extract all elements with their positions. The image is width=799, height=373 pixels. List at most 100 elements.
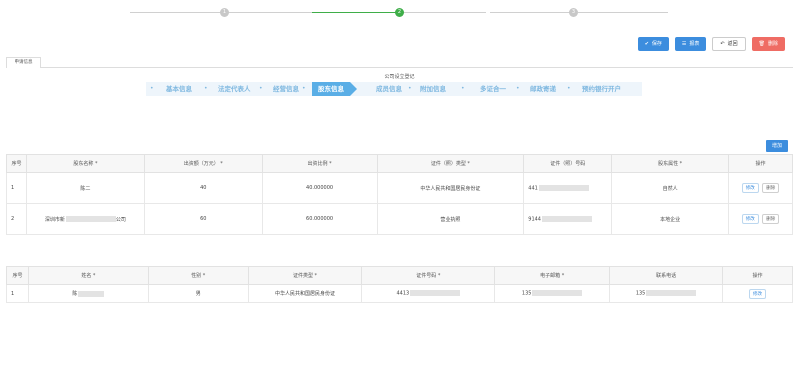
step-line	[490, 12, 570, 13]
name-suffix: 公司	[115, 216, 126, 223]
step-separator: •	[516, 85, 520, 92]
shareholders-table: 序号 股东名称 * 出资额（万元） * 出资比例 * 证件（照）类型 * 证件（…	[6, 154, 793, 235]
cell-no: 2	[6, 203, 27, 235]
back-button[interactable]: ↶ 返回	[712, 37, 746, 51]
process-step-postal[interactable]: 邮政寄递	[530, 82, 556, 96]
step-separator: •	[259, 85, 263, 92]
table-row: 2 深圳市新 公司 60 60.000000 营业执照 9144 本地企业 修改 …	[6, 203, 793, 235]
cell-amount: 60	[143, 203, 263, 235]
wizard-stepper: 1 2 3	[0, 3, 799, 21]
cell-id-no: 441	[523, 172, 613, 204]
step-line-active	[312, 12, 398, 13]
edit-button[interactable]: 修改	[741, 183, 759, 193]
delete-button[interactable]: 🗑 删除	[751, 37, 785, 51]
col-header: 姓名 *	[27, 266, 149, 285]
table-row: 1 陈二 40 40.000000 中华人民共和国居民身份证 441 自然人 修…	[6, 172, 793, 204]
process-step-bank-account[interactable]: 预约银行开户	[582, 82, 621, 96]
edit-button[interactable]: 修改	[741, 214, 759, 224]
delete-label: 删除	[767, 41, 778, 47]
check-icon: ✔	[644, 41, 649, 47]
step-line	[130, 12, 224, 13]
add-shareholder-button[interactable]: 增加	[766, 140, 788, 152]
save-label: 保存	[651, 41, 662, 47]
cell-name: 陈	[27, 284, 149, 303]
tab-application-info[interactable]: 申请信息	[6, 57, 41, 68]
col-header: 操作	[722, 266, 793, 285]
step-separator: •	[204, 85, 208, 92]
back-label: 返回	[727, 41, 738, 47]
step-2[interactable]: 2	[395, 8, 404, 17]
col-header: 证件号码 *	[361, 266, 496, 285]
process-steps: • 基本信息 • 法定代表人 • 经营信息 • 股东信息 成员信息 • 附加信息…	[146, 82, 642, 96]
redacted-block	[538, 184, 589, 191]
col-header: 联系电话	[609, 266, 724, 285]
delete-row-button[interactable]: 删除	[762, 214, 780, 224]
cell-no: 1	[6, 284, 29, 303]
col-header: 出资额（万元） *	[143, 154, 263, 173]
col-header: 股东名称 *	[25, 154, 145, 173]
col-header: 股东属性 *	[611, 154, 730, 173]
process-step-additional[interactable]: 附加信息	[420, 82, 446, 96]
table-header-row: 序号 股东名称 * 出资额（万元） * 出资比例 * 证件（照）类型 * 证件（…	[6, 154, 793, 173]
step-line	[228, 12, 312, 13]
process-step-basic[interactable]: 基本信息	[166, 82, 192, 96]
col-header: 序号	[6, 154, 27, 173]
save-button[interactable]: ✔ 保存	[637, 37, 669, 51]
col-header: 电子邮箱 *	[494, 266, 611, 285]
list-icon: ☰	[681, 41, 687, 47]
report-button[interactable]: ☰ 报表	[674, 37, 707, 51]
cell-email: 135	[494, 284, 611, 303]
col-header: 出资比例 *	[261, 154, 378, 173]
action-bar: ✔ 保存 ☰ 报表 ↶ 返回 🗑 删除	[637, 37, 785, 51]
col-header: 序号	[6, 266, 29, 285]
phone-text: 135	[635, 290, 646, 297]
trash-icon: 🗑	[758, 41, 765, 47]
col-header: 证件类型 *	[247, 266, 363, 285]
cell-actions: 修改 删除	[728, 172, 793, 204]
step-3[interactable]: 3	[569, 8, 578, 17]
cell-attr: 本地企业	[611, 203, 730, 235]
redacted-block	[65, 216, 116, 222]
redacted-block	[410, 290, 461, 297]
delete-row-button[interactable]: 删除	[762, 183, 780, 193]
process-step-members[interactable]: 成员信息	[376, 82, 402, 96]
edit-button[interactable]: 修改	[749, 288, 767, 299]
name-text: 深圳市新	[44, 216, 65, 223]
process-step-shareholders[interactable]: 股东信息	[312, 82, 357, 96]
cell-name: 陈二	[25, 172, 145, 204]
cell-id-type: 中华人民共和国居民身份证	[247, 284, 363, 303]
col-header: 操作	[728, 154, 793, 173]
col-header: 证件（照）号码	[523, 154, 613, 173]
process-step-business[interactable]: 经营信息	[273, 82, 299, 96]
cell-id-type: 中华人民共和国居民身份证	[376, 172, 525, 204]
tab-bar: 申请信息	[6, 57, 793, 68]
redacted-block	[646, 290, 697, 297]
cell-amount: 40	[143, 172, 263, 204]
step-separator: •	[302, 85, 306, 92]
cell-name: 深圳市新 公司	[25, 203, 145, 235]
cell-no: 1	[6, 172, 27, 204]
step-separator: •	[150, 85, 154, 92]
col-header: 证件（照）类型 *	[376, 154, 525, 173]
id-no-text: 9144	[528, 216, 541, 223]
back-arrow-icon: ↶	[720, 41, 725, 47]
step-1[interactable]: 1	[220, 8, 229, 17]
id-no-text: 4413	[396, 290, 410, 297]
cell-actions: 修改 删除	[728, 203, 793, 235]
cell-actions: 修改	[722, 284, 793, 303]
cell-ratio: 60.000000	[261, 203, 378, 235]
redacted-block	[78, 290, 105, 297]
cell-id-type: 营业执照	[376, 203, 525, 235]
step-separator: •	[408, 85, 412, 92]
step-separator: •	[567, 85, 571, 92]
cell-attr: 自然人	[611, 172, 730, 204]
cell-id-no: 9144	[523, 203, 613, 235]
cell-id-no: 4413	[361, 284, 496, 303]
cell-ratio: 40.000000	[261, 172, 378, 204]
process-step-legal-rep[interactable]: 法定代表人	[218, 82, 251, 96]
table-row: 1 陈 男 中华人民共和国居民身份证 4413 135 135 修改	[6, 284, 793, 303]
report-label: 报表	[689, 41, 700, 47]
process-step-multi-cert[interactable]: 多证合一	[480, 82, 506, 96]
redacted-block	[542, 215, 592, 222]
members-table: 序号 姓名 * 性别 * 证件类型 * 证件号码 * 电子邮箱 * 联系电话 操…	[6, 266, 793, 303]
